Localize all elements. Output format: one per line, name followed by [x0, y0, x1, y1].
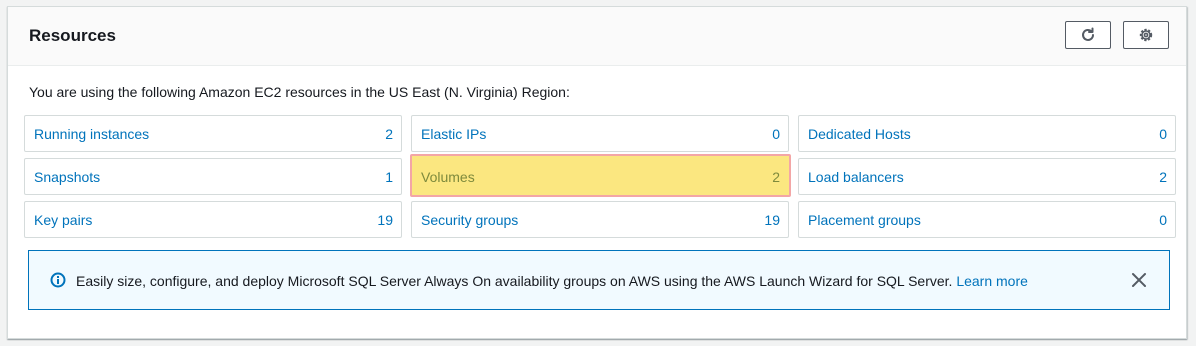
resource-security-groups[interactable]: Security groups 19	[411, 201, 789, 238]
resource-snapshots[interactable]: Snapshots 1	[24, 158, 402, 195]
resource-count[interactable]: 0	[772, 126, 780, 142]
resource-placement-groups[interactable]: Placement groups 0	[798, 201, 1176, 238]
resource-key-pairs[interactable]: Key pairs 19	[24, 201, 402, 238]
settings-button[interactable]	[1123, 21, 1169, 49]
intro-text: You are using the following Amazon EC2 r…	[29, 84, 570, 100]
panel-title: Resources	[29, 26, 116, 45]
alert-text: Easily size, configure, and deploy Micro…	[76, 273, 953, 289]
resource-label[interactable]: Placement groups	[808, 212, 921, 228]
resource-label[interactable]: Running instances	[34, 126, 149, 142]
resource-count[interactable]: 2	[772, 169, 780, 185]
resource-label[interactable]: Elastic IPs	[421, 126, 486, 142]
resource-dedicated-hosts[interactable]: Dedicated Hosts 0	[798, 115, 1176, 152]
panel-header: Resources	[8, 7, 1186, 66]
resource-running-instances[interactable]: Running instances 2	[24, 115, 402, 152]
refresh-button[interactable]	[1065, 21, 1111, 49]
resource-label[interactable]: Key pairs	[34, 212, 92, 228]
resource-label[interactable]: Dedicated Hosts	[808, 126, 911, 142]
info-alert: Easily size, configure, and deploy Micro…	[28, 250, 1170, 310]
alert-message: Easily size, configure, and deploy Micro…	[76, 273, 1028, 289]
resource-label[interactable]: Snapshots	[34, 169, 100, 185]
resource-count[interactable]: 0	[1159, 212, 1167, 228]
resource-load-balancers[interactable]: Load balancers 2	[798, 158, 1176, 195]
close-icon[interactable]	[1131, 272, 1147, 288]
resource-volumes[interactable]: Volumes 2	[410, 154, 791, 197]
resource-label[interactable]: Volumes	[421, 169, 475, 185]
resources-panel: Resources You are using the following Am…	[7, 6, 1187, 339]
resource-count[interactable]: 19	[764, 212, 780, 228]
gear-icon	[1139, 28, 1153, 42]
resource-count[interactable]: 19	[377, 212, 393, 228]
resource-count[interactable]: 1	[385, 169, 393, 185]
resource-count[interactable]: 2	[1159, 169, 1167, 185]
resource-label[interactable]: Load balancers	[808, 169, 904, 185]
resource-elastic-ips[interactable]: Elastic IPs 0	[411, 115, 789, 152]
info-icon	[50, 272, 66, 288]
refresh-icon	[1082, 27, 1094, 41]
learn-more-link[interactable]: Learn more	[956, 273, 1028, 289]
resource-count[interactable]: 0	[1159, 126, 1167, 142]
resource-count[interactable]: 2	[385, 126, 393, 142]
resource-label[interactable]: Security groups	[421, 212, 518, 228]
